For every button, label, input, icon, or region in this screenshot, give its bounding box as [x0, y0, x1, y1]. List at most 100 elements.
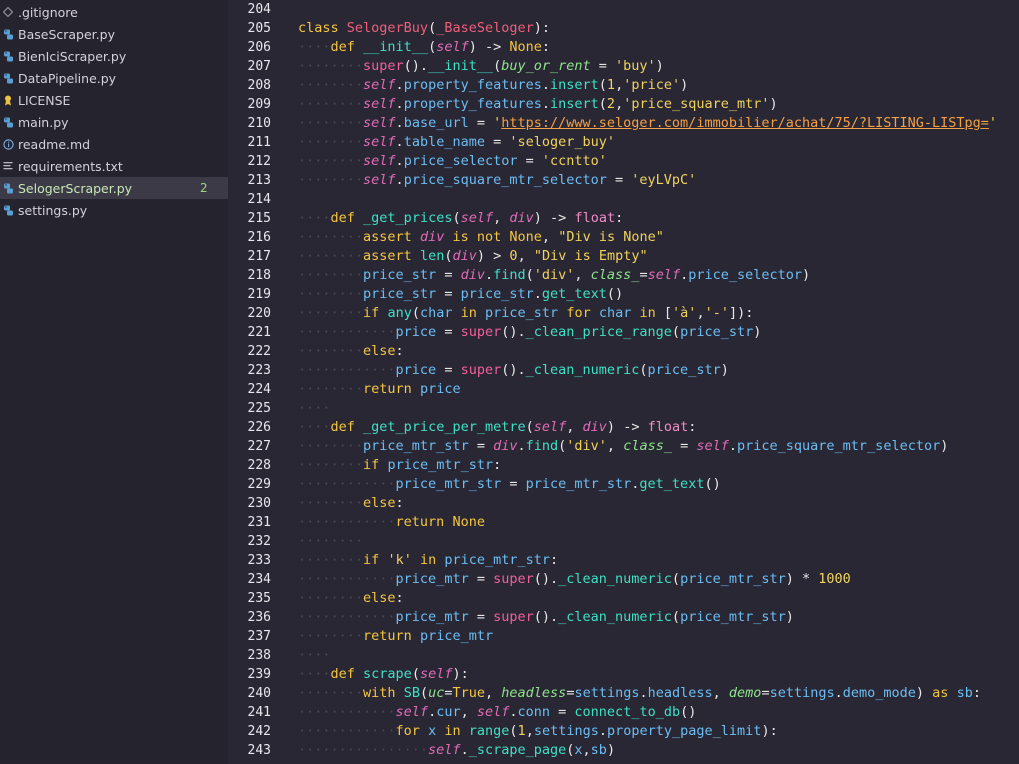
code-line[interactable]: 235 ········else:	[228, 589, 1019, 608]
code-line[interactable]: 240 ········with SB(uc=True, headless=set…	[228, 684, 1019, 703]
file-item[interactable]: settings.py	[0, 199, 228, 221]
code-line[interactable]: 237 ········return price_mtr	[228, 627, 1019, 646]
code-line[interactable]: 214	[228, 190, 1019, 209]
line-number: 206	[247, 40, 271, 55]
code-line[interactable]: 236 ············price_mtr = super()._clea…	[228, 608, 1019, 627]
code-text: ····def __init__(self) -> None:	[298, 39, 551, 55]
code-line[interactable]: 222 ········else:	[228, 342, 1019, 361]
code-text: ············self.cur, self.conn = connec…	[298, 704, 697, 720]
file-name: settings.py	[18, 202, 88, 218]
file-name: .gitignore	[18, 4, 78, 20]
line-number: 229	[247, 477, 271, 492]
code-text: ········self.price_square_mtr_selector =…	[298, 172, 697, 188]
code-line[interactable]: 223 ············price = super()._clean_nu…	[228, 361, 1019, 380]
code-line[interactable]: 212 ········self.price_selector = 'ccntto…	[228, 152, 1019, 171]
file-item[interactable]: requirements.txt	[0, 155, 228, 177]
file-item[interactable]: readme.md	[0, 133, 228, 155]
code-editor[interactable]: 204 205 class SelogerBuy(_BaseSeloger): 206…	[228, 0, 1019, 764]
code-text: ········price_mtr_str = div.find('div', …	[298, 438, 949, 454]
file-item[interactable]: BaseScraper.py	[0, 23, 228, 45]
file-name: BienIciScraper.py	[18, 48, 127, 64]
code-line[interactable]: 213 ········self.price_square_mtr_selecto…	[228, 171, 1019, 190]
code-line[interactable]: 229 ············price_mtr_str = price_mtr…	[228, 475, 1019, 494]
code-line[interactable]: 241 ············self.cur, self.conn = con…	[228, 703, 1019, 722]
file-name: LICENSE	[18, 92, 71, 108]
code-line[interactable]: 209 ········self.property_features.insert…	[228, 95, 1019, 114]
diamond-icon	[2, 6, 14, 18]
code-text: ············price_mtr = super()._clean_n…	[298, 571, 851, 587]
code-text: ········	[298, 533, 364, 549]
line-number: 238	[247, 648, 271, 663]
info-icon	[2, 138, 14, 150]
code-line[interactable]: 226 ····def _get_price_per_metre(self, di…	[228, 418, 1019, 437]
code-line[interactable]: 227 ········price_mtr_str = div.find('div…	[228, 437, 1019, 456]
code-line[interactable]: 217 ········assert len(div) > 0, "Div is …	[228, 247, 1019, 266]
code-text: ············price_mtr = super()._clean_n…	[298, 609, 794, 625]
code-line[interactable]: 206 ····def __init__(self) -> None:	[228, 38, 1019, 57]
code-text: ········assert len(div) > 0, "Div is Emp…	[298, 248, 648, 264]
file-item[interactable]: DataPipeline.py	[0, 67, 228, 89]
code-line[interactable]: 243 ················self._scrape_page(x,s…	[228, 741, 1019, 760]
file-item[interactable]: LICENSE	[0, 89, 228, 111]
line-number: 227	[247, 439, 271, 454]
code-line[interactable]: 210 ········self.base_url = 'https://www.…	[228, 114, 1019, 133]
python-icon	[2, 28, 14, 40]
line-number: 221	[247, 325, 271, 340]
python-icon	[2, 204, 14, 216]
file-item[interactable]: .gitignore	[0, 1, 228, 23]
code-text: class SelogerBuy(_BaseSeloger):	[298, 20, 551, 36]
code-line[interactable]: 230 ········else:	[228, 494, 1019, 513]
python-icon	[2, 50, 14, 62]
text-file-icon	[2, 160, 14, 172]
code-line[interactable]: 221 ············price = super()._clean_pr…	[228, 323, 1019, 342]
code-text: ········else:	[298, 343, 404, 359]
code-line[interactable]: 225 ····	[228, 399, 1019, 418]
code-line[interactable]: 228 ········if price_mtr_str:	[228, 456, 1019, 475]
code-text: ················self._scrape_page(x,sb)	[298, 742, 616, 758]
line-number: 210	[247, 116, 271, 131]
code-line[interactable]: 224 ········return price	[228, 380, 1019, 399]
line-number: 214	[247, 192, 271, 207]
code-text: ········self.property_features.insert(1,…	[298, 77, 689, 93]
code-line[interactable]: 220 ········if any(char in price_str for …	[228, 304, 1019, 323]
code-text: ····	[298, 647, 331, 663]
code-line[interactable]: 216 ········assert div is not None, "Div …	[228, 228, 1019, 247]
python-icon	[2, 116, 14, 128]
code-line[interactable]: 219 ········price_str = price_str.get_tex…	[228, 285, 1019, 304]
code-text: ········super().__init__(buy_or_rent = '…	[298, 58, 664, 74]
code-line[interactable]: 233 ········if 'k' in price_mtr_str:	[228, 551, 1019, 570]
line-number: 228	[247, 458, 271, 473]
code-text: ········assert div is not None, "Div is …	[298, 229, 664, 245]
code-line[interactable]: 208 ········self.property_features.insert…	[228, 76, 1019, 95]
line-number: 232	[247, 534, 271, 549]
code-line[interactable]: 211 ········self.table_name = 'seloger_bu…	[228, 133, 1019, 152]
code-text: ········self.table_name = 'seloger_buy'	[298, 134, 616, 150]
code-text: ········if 'k' in price_mtr_str:	[298, 552, 559, 568]
file-item[interactable]: main.py	[0, 111, 228, 133]
file-item[interactable]: SelogerScraper.py 2	[0, 177, 228, 199]
code-line[interactable]: 242 ············for x in range(1,settings…	[228, 722, 1019, 741]
code-line[interactable]: 215 ····def _get_prices(self, div) -> flo…	[228, 209, 1019, 228]
code-text: ············return None	[298, 514, 485, 530]
line-number: 207	[247, 59, 271, 74]
code-line[interactable]: 231 ············return None	[228, 513, 1019, 532]
code-line[interactable]: 232 ········	[228, 532, 1019, 551]
code-line[interactable]: 238 ····	[228, 646, 1019, 665]
line-number: 213	[247, 173, 271, 188]
file-item[interactable]: BienIciScraper.py	[0, 45, 228, 67]
code-line[interactable]: 205 class SelogerBuy(_BaseSeloger):	[228, 19, 1019, 38]
code-line[interactable]: 239 ····def scrape(self):	[228, 665, 1019, 684]
code-text: ········price_str = div.find('div', clas…	[298, 267, 811, 283]
code-line[interactable]: 207 ········super().__init__(buy_or_rent …	[228, 57, 1019, 76]
line-number: 231	[247, 515, 271, 530]
file-name: main.py	[18, 114, 69, 130]
code-line[interactable]: 204	[228, 0, 1019, 19]
code-text: ········if any(char in price_str for cha…	[298, 305, 754, 321]
code-line[interactable]: 218 ········price_str = div.find('div', c…	[228, 266, 1019, 285]
file-name: SelogerScraper.py	[18, 180, 133, 196]
code-line[interactable]: 234 ············price_mtr = super()._clea…	[228, 570, 1019, 589]
line-number: 219	[247, 287, 271, 302]
file-name: DataPipeline.py	[18, 70, 117, 86]
code-text: ········return price_mtr	[298, 628, 494, 644]
code-text: ········else:	[298, 590, 404, 606]
